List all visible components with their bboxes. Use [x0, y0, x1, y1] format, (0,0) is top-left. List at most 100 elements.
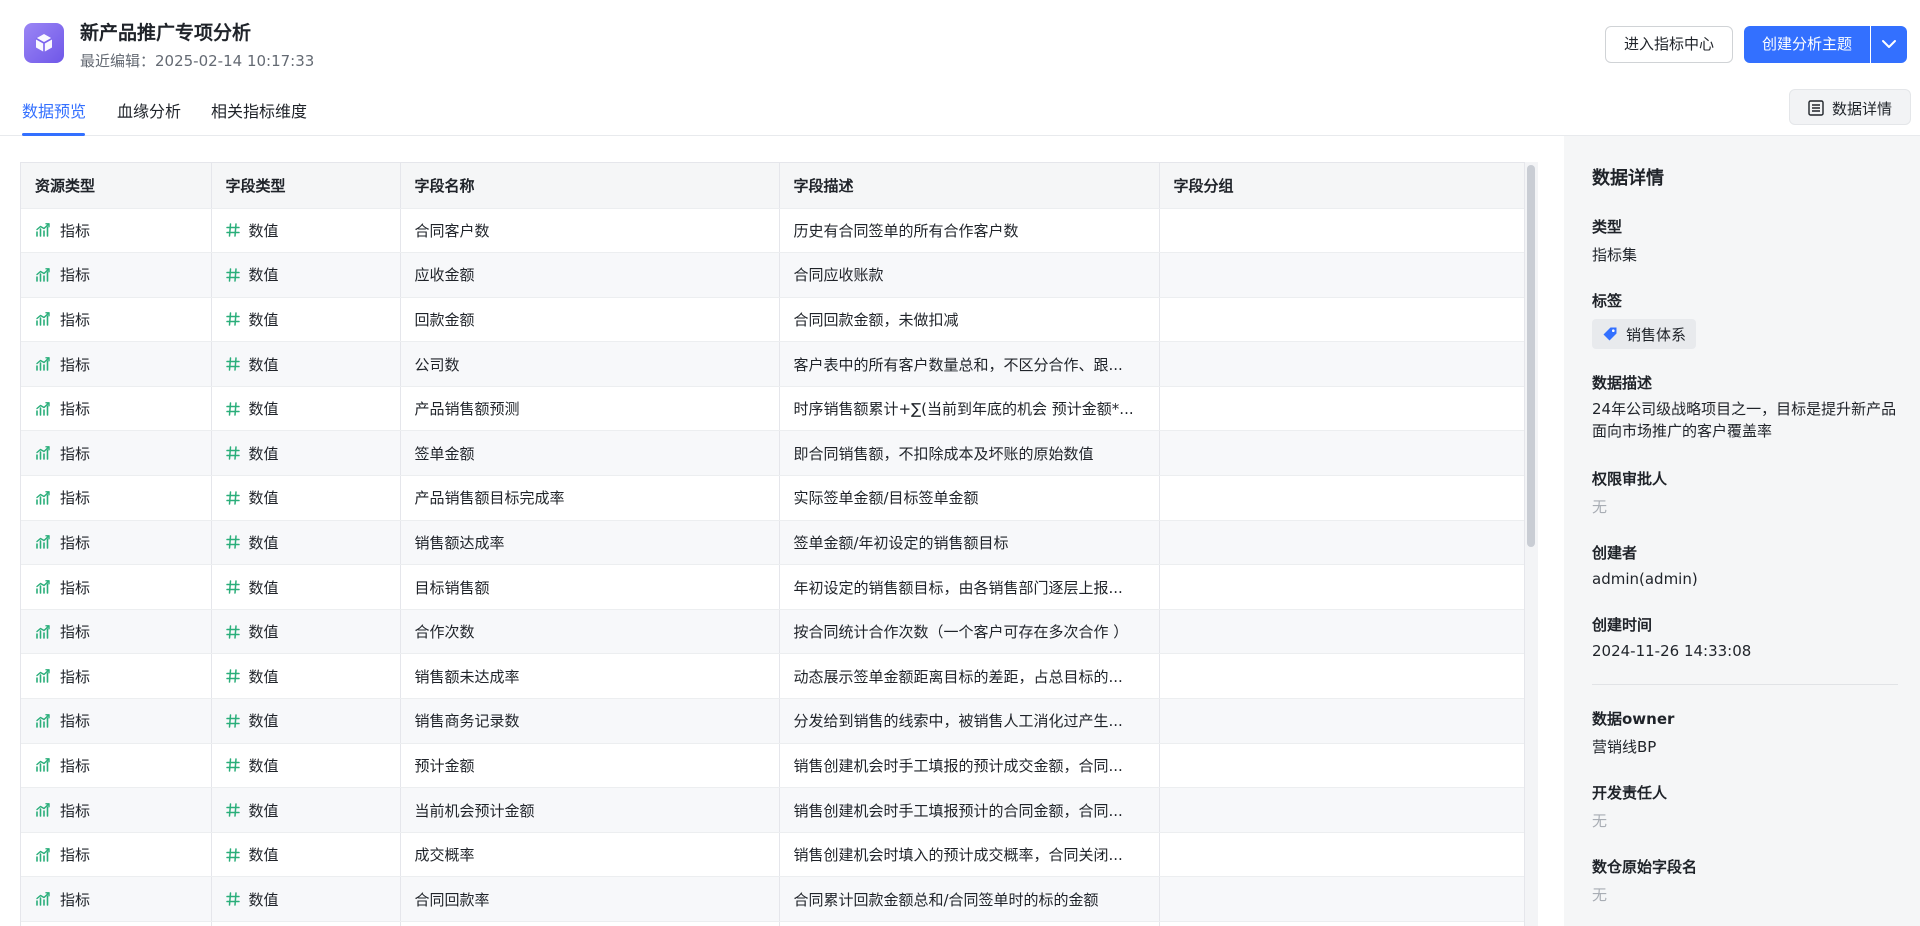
resource-type-text: 指标 — [60, 801, 91, 820]
field-type-cell: 数值 — [211, 208, 401, 254]
resource-type-text: 指标 — [60, 533, 91, 552]
field-type-text: 数值 — [248, 578, 279, 597]
resource-type-cell: 指标 — [21, 386, 212, 432]
field-group-cell — [1159, 297, 1524, 343]
table-row[interactable]: 指标 数值 回款金额 合同回款金额，未做扣减 — [21, 297, 1524, 343]
field-group-cell — [1159, 520, 1524, 566]
data-owner-value: 营销线BP — [1592, 738, 1657, 756]
field-name-cell: 产品销售额目标完成率 — [400, 475, 780, 521]
table-row[interactable]: 指标 数值 目标销售额 年初设定的销售额目标，由各销售部门逐层上报... — [21, 564, 1524, 610]
create-analysis-topic-button[interactable]: 创建分析主题 — [1744, 26, 1870, 63]
table-body: 指标 数值 合同客户数 历史有合同签单的所有合作客户数 指标 数值 应收金额 合同应收账款 指标… — [21, 208, 1524, 926]
metric-chart-icon — [36, 758, 50, 773]
field-type-text: 数值 — [248, 355, 279, 374]
resource-type-text: 指标 — [60, 444, 91, 463]
table-row[interactable]: 指标 数值 签单金额 即合同销售额，不扣除成本及坏账的原始数值 — [21, 430, 1524, 477]
tag-label: 标签 — [1592, 292, 1623, 310]
field-group-cell — [1159, 743, 1524, 789]
column-header-field-type[interactable]: 字段类型 — [211, 163, 401, 209]
field-group-cell — [1159, 475, 1524, 521]
number-hash-icon — [225, 446, 240, 461]
description-label: 数据描述 — [1592, 374, 1653, 392]
column-header-field-name[interactable]: 字段名称 — [400, 163, 780, 209]
field-type-text: 数值 — [248, 846, 279, 865]
field-type-text: 数值 — [248, 667, 279, 686]
field-type-text: 数值 — [248, 310, 279, 329]
table-row[interactable]: 指标 数值 销售额达成率 签单金额/年初设定的销售额目标 — [21, 520, 1524, 566]
resource-type-cell: 指标 — [21, 653, 212, 700]
field-group-cell — [1159, 564, 1524, 610]
table-row[interactable]: 指标 数值 产品销售额目标完成率 实际签单金额/目标签单金额 — [21, 475, 1524, 521]
metric-chart-icon — [36, 713, 50, 728]
table-row[interactable]: 指标 数值 成交概率 销售创建机会时填入的预计成交概率，合同关闭... — [21, 832, 1524, 878]
field-description-cell: 分发给到销售的线索中，被销售人工消化过产生... — [779, 698, 1160, 744]
table-row[interactable]: 指标数值 — [21, 921, 1524, 926]
table-scrollbar-thumb[interactable] — [1527, 165, 1535, 547]
field-name-cell: 签单金额 — [400, 430, 780, 477]
data-detail-toggle-label: 数据详情 — [1832, 100, 1893, 118]
field-group-cell — [1159, 832, 1524, 878]
number-hash-icon — [225, 268, 240, 282]
field-description-cell: 实际签单金额/目标签单金额 — [779, 475, 1160, 521]
field-type-cell: 数值 — [211, 475, 401, 521]
field-description-cell: 年初设定的销售额目标，由各销售部门逐层上报... — [779, 564, 1160, 610]
field-name-cell: 合同客户数 — [400, 208, 780, 254]
metric-chart-icon — [36, 401, 50, 416]
metric-chart-icon — [36, 223, 50, 238]
table-row[interactable]: 指标 数值 公司数 客户表中的所有客户数量总和，不区分合作、跟... — [21, 341, 1524, 387]
column-header-resource-type[interactable]: 资源类型 — [21, 163, 212, 209]
tab-data-preview[interactable]: 数据预览 — [22, 98, 86, 122]
tab-related-metrics[interactable]: 相关指标维度 — [211, 98, 307, 122]
metric-chart-icon — [36, 490, 50, 505]
number-hash-icon — [225, 535, 240, 550]
data-detail-panel: 数据详情 类型 指标集 标签 销售体系 数据描述 24年公司级战略项目之一，目标… — [1564, 136, 1920, 926]
enter-metric-center-button[interactable]: 进入指标中心 — [1605, 26, 1733, 63]
field-name-cell: 销售商务记录数 — [400, 698, 780, 744]
field-type-cell: 数值 — [211, 386, 401, 432]
resource-type-cell: 指标 — [21, 564, 212, 610]
page-header: 新产品推广专项分析 最近编辑：2025-02-14 10:17:33 进入指标中… — [0, 0, 1920, 84]
table-row[interactable]: 指标 数值 合同回款率 合同累计回款金额总和/合同签单时的标的金额 — [21, 876, 1524, 922]
table-row[interactable]: 指标 数值 产品销售额预测 时序销售额累计+∑(当前到年底的机会 预计金额*... — [21, 386, 1524, 432]
tab-lineage-analysis[interactable]: 血缘分析 — [117, 98, 181, 122]
table-row[interactable]: 指标 数值 合作次数 按合同统计合作次数（一个客户可存在多次合作 ） — [21, 609, 1524, 655]
type-label: 类型 — [1592, 218, 1623, 236]
field-description-cell: 合同回款金额，未做扣减 — [779, 297, 1160, 343]
table-row[interactable]: 指标 数值 当前机会预计金额 销售创建机会时手工填报预计的合同金额，合同... — [21, 787, 1524, 833]
field-name-cell: 回款金额 — [400, 297, 780, 343]
metric-chart-icon — [36, 847, 50, 862]
field-group-cell — [1159, 341, 1524, 387]
number-hash-icon — [225, 803, 240, 817]
field-type-cell: 数值 — [211, 297, 401, 343]
resource-type-text: 指标 — [60, 890, 91, 909]
table-row[interactable]: 指标 数值 销售商务记录数 分发给到销售的线索中，被销售人工消化过产生... — [21, 698, 1524, 744]
number-hash-icon — [225, 847, 240, 862]
page-title: 新产品推广专项分析 — [80, 22, 252, 44]
table-row[interactable]: 指标 数值 合同客户数 历史有合同签单的所有合作客户数 — [21, 208, 1524, 254]
field-type-text: 数值 — [248, 756, 279, 775]
table-row[interactable]: 指标 数值 销售额未达成率 动态展示签单金额距离目标的差距，占总目标的... — [21, 653, 1524, 700]
field-name-cell — [400, 921, 780, 926]
created-time-label: 创建时间 — [1592, 616, 1653, 634]
number-hash-icon — [225, 223, 240, 238]
field-description-cell — [779, 921, 1160, 926]
field-name-cell: 销售额未达成率 — [400, 653, 780, 700]
resource-type-text: 指标 — [60, 221, 91, 240]
field-type-text: 数值 — [248, 801, 279, 820]
field-type-cell: 数值 — [211, 876, 401, 922]
developer-value: 无 — [1592, 812, 1608, 830]
field-group-cell — [1159, 386, 1524, 432]
created-time-value: 2024-11-26 14:33:08 — [1592, 642, 1752, 660]
tag-chip[interactable]: 销售体系 — [1592, 319, 1697, 349]
column-header-field-group[interactable]: 字段分组 — [1159, 163, 1524, 209]
tag-chip-label: 销售体系 — [1626, 325, 1687, 344]
table-row[interactable]: 指标 数值 应收金额 合同应收账款 — [21, 252, 1524, 298]
column-header-field-description[interactable]: 字段描述 — [779, 163, 1160, 209]
field-name-cell: 应收金额 — [400, 252, 780, 298]
table-row[interactable]: 指标 数值 预计金额 销售创建机会时手工填报的预计成交金额，合同... — [21, 743, 1524, 789]
field-type-text: 数值 — [248, 444, 279, 463]
resource-type-text: 指标 — [60, 355, 91, 374]
metric-chart-icon — [36, 312, 50, 327]
data-detail-toggle-button[interactable]: 数据详情 — [1789, 89, 1911, 125]
create-topic-dropdown-button[interactable] — [1871, 26, 1907, 63]
